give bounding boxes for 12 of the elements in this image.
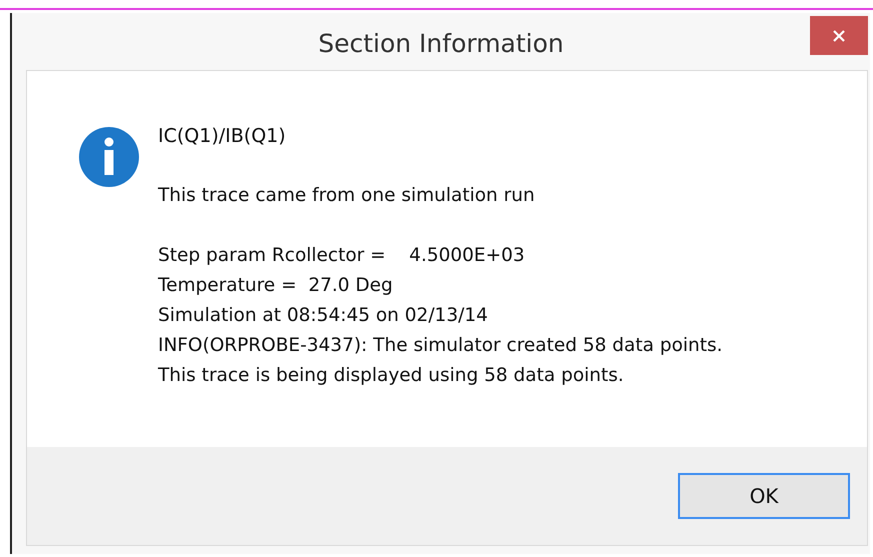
ok-button[interactable]: OK: [678, 473, 850, 519]
message-heading: IC(Q1)/IB(Q1): [158, 124, 287, 149]
detail-line: Temperature = 27.0 Deg: [158, 274, 394, 298]
detail-line: Simulation at 08:54:45 on 02/13/14: [158, 304, 489, 328]
info-icon: [79, 127, 139, 187]
message-summary: This trace came from one simulation run: [158, 184, 536, 208]
window-title: Section Information: [318, 28, 564, 60]
close-button[interactable]: [810, 16, 868, 55]
close-icon: [832, 28, 846, 42]
detail-line: This trace is being displayed using 58 data points.: [158, 364, 625, 388]
detail-line: Step param Rcollector = 4.5000E+03: [158, 244, 526, 268]
detail-line: INFO(ORPROBE-3437): The simulator created 58 data points.: [158, 334, 723, 358]
